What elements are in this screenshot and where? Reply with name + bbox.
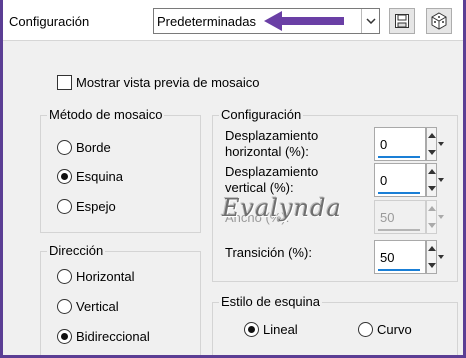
top-bar: Configuración Predeterminadas	[0, 0, 466, 41]
radio-button[interactable]	[57, 299, 72, 314]
corner-style-curvo[interactable]: Curvo	[358, 322, 412, 337]
settings-legend: Configuración	[219, 107, 304, 122]
radio-button[interactable]	[57, 199, 72, 214]
settings-group: Configuración Desplazamiento horizontal …	[212, 107, 458, 282]
width-value: 50	[380, 210, 395, 225]
annotation-arrow-icon	[264, 11, 344, 31]
chevron-down-icon[interactable]	[437, 127, 445, 161]
preview-checkbox-label: Mostrar vista previa de mosaico	[76, 75, 260, 90]
direction-bidireccional[interactable]: Bidireccional	[57, 329, 150, 344]
v-offset-label-line2: vertical (%):	[225, 180, 294, 195]
chevron-down-icon[interactable]	[437, 240, 445, 274]
preset-value: Predeterminadas	[157, 14, 256, 29]
radio-button[interactable]	[57, 269, 72, 284]
width-label: Ancho (%):	[225, 210, 290, 225]
tile-method-legend: Método de mosaico	[47, 107, 165, 122]
h-offset-value: 0	[380, 137, 388, 152]
radio-label: Lineal	[263, 322, 298, 337]
value-bar	[378, 229, 420, 231]
h-offset-input[interactable]: 0	[374, 127, 426, 161]
radio-button[interactable]	[358, 322, 373, 337]
direction-horizontal[interactable]: Horizontal	[57, 269, 135, 284]
tile-method-espejo[interactable]: Espejo	[57, 199, 116, 214]
spin-arrows[interactable]	[426, 163, 437, 197]
v-offset-label-line1: Desplazamiento	[225, 164, 319, 179]
transition-label: Transición (%):	[225, 245, 312, 260]
corner-style-lineal[interactable]: Lineal	[244, 322, 298, 337]
transition-spinner[interactable]: 50	[374, 240, 445, 274]
h-offset-label-line2: horizontal (%):	[225, 144, 309, 159]
width-spinner[interactable]: 50	[374, 200, 445, 234]
radio-label: Curvo	[377, 322, 412, 337]
transition-input[interactable]: 50	[374, 240, 426, 274]
direction-group: Dirección Horizontal Vertical Bidireccio…	[40, 243, 201, 358]
chevron-down-icon[interactable]	[361, 9, 379, 33]
width-input[interactable]: 50	[374, 200, 426, 234]
chevron-down-icon[interactable]	[437, 163, 445, 197]
tile-method-group: Método de mosaico Borde Esquina Espejo	[40, 107, 201, 233]
h-offset-label-line1: Desplazamiento	[225, 128, 319, 143]
tile-method-esquina[interactable]: Esquina	[57, 169, 123, 184]
chevron-down-icon[interactable]	[437, 200, 445, 234]
h-offset-label: Desplazamiento horizontal (%):	[225, 128, 318, 160]
v-offset-input[interactable]: 0	[374, 163, 426, 197]
radio-button[interactable]	[57, 140, 72, 155]
radio-label: Espejo	[76, 199, 116, 214]
spin-arrows[interactable]	[426, 200, 437, 234]
radio-label: Borde	[76, 140, 111, 155]
value-bar	[378, 156, 420, 158]
v-offset-value: 0	[380, 173, 388, 188]
radio-label: Esquina	[76, 169, 123, 184]
radio-button-selected[interactable]	[244, 322, 259, 337]
corner-style-legend: Estilo de esquina	[219, 294, 323, 309]
radio-label: Bidireccional	[76, 329, 150, 344]
value-bar	[378, 192, 420, 194]
radio-label: Horizontal	[76, 269, 135, 284]
spin-arrows[interactable]	[426, 240, 437, 274]
dialog-title: Configuración	[9, 14, 90, 29]
radio-button-selected[interactable]	[57, 169, 72, 184]
direction-vertical[interactable]: Vertical	[57, 299, 119, 314]
radio-label: Vertical	[76, 299, 119, 314]
save-preset-button[interactable]	[389, 8, 415, 34]
dice-icon	[431, 12, 447, 30]
v-offset-spinner[interactable]: 0	[374, 163, 445, 197]
tile-method-borde[interactable]: Borde	[57, 140, 111, 155]
v-offset-label: Desplazamiento vertical (%):	[225, 164, 318, 196]
spin-arrows[interactable]	[426, 127, 437, 161]
radio-button-selected[interactable]	[57, 329, 72, 344]
direction-legend: Dirección	[47, 243, 106, 258]
corner-style-group: Estilo de esquina Lineal Curvo	[212, 294, 458, 358]
value-bar	[378, 269, 420, 271]
transition-value: 50	[380, 250, 395, 265]
preview-checkbox[interactable]	[57, 75, 72, 90]
preview-toggle[interactable]: Mostrar vista previa de mosaico	[57, 75, 260, 90]
save-icon	[395, 14, 409, 28]
randomize-button[interactable]	[426, 8, 452, 34]
h-offset-spinner[interactable]: 0	[374, 127, 445, 161]
